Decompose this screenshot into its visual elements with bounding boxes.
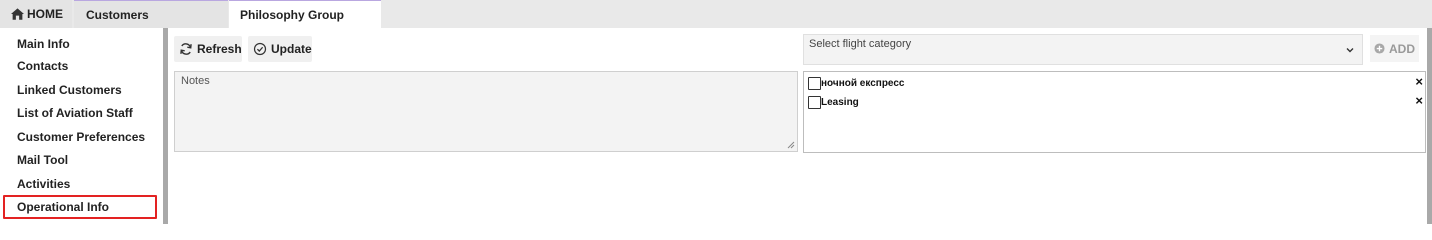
list-item: ночной експресс × <box>808 75 1423 91</box>
tab-philosophy-group-label: Philosophy Group <box>240 7 344 22</box>
sidebar-item-contacts[interactable]: Contacts <box>17 59 68 73</box>
flight-category-select[interactable]: Select flight category <box>803 34 1363 65</box>
notes-placeholder: Notes <box>181 75 210 87</box>
category-label: ночной експресс <box>821 78 905 89</box>
category-label: Leasing <box>821 97 859 108</box>
notes-textarea[interactable]: Notes <box>174 71 798 152</box>
sidebar-item-aviation-staff[interactable]: List of Aviation Staff <box>17 106 133 120</box>
refresh-icon <box>180 43 192 55</box>
sidebar-item-operational-info[interactable]: Operational Info <box>17 200 109 214</box>
sidebar: Main Info Contacts Linked Customers List… <box>0 28 165 224</box>
chevron-down-icon <box>1346 48 1354 53</box>
category-checkbox[interactable] <box>808 96 821 109</box>
add-category-button[interactable]: ADD <box>1370 35 1419 62</box>
update-button[interactable]: Update <box>248 36 312 62</box>
refresh-label: Refresh <box>197 42 242 56</box>
tab-home[interactable]: HOME <box>0 0 72 28</box>
category-list: ночной експресс × Leasing × <box>803 71 1426 153</box>
tab-home-label: HOME <box>27 7 63 21</box>
resize-grip-icon[interactable] <box>787 141 795 149</box>
flight-category-placeholder: Select flight category <box>809 38 912 50</box>
update-label: Update <box>271 42 312 56</box>
refresh-button[interactable]: Refresh <box>174 36 242 62</box>
list-item: Leasing × <box>808 94 1423 110</box>
tab-philosophy-group[interactable]: Philosophy Group <box>229 0 381 28</box>
tab-customers-label: Customers <box>86 7 149 22</box>
remove-icon[interactable]: × <box>1415 94 1423 108</box>
tab-bar: HOME Customers Philosophy Group <box>0 0 1432 28</box>
right-scroll-edge <box>1427 28 1432 224</box>
plus-circle-icon <box>1374 43 1385 54</box>
home-icon <box>11 8 24 20</box>
sidebar-item-linked-customers[interactable]: Linked Customers <box>17 83 122 97</box>
sidebar-item-main-info[interactable]: Main Info <box>17 37 70 51</box>
sidebar-divider[interactable] <box>163 28 168 224</box>
sidebar-item-customer-preferences[interactable]: Customer Preferences <box>17 130 145 144</box>
tab-customers[interactable]: Customers <box>74 0 228 28</box>
check-circle-icon <box>253 42 267 56</box>
sidebar-item-mail-tool[interactable]: Mail Tool <box>17 153 68 167</box>
remove-icon[interactable]: × <box>1415 75 1423 89</box>
category-checkbox[interactable] <box>808 77 821 90</box>
sidebar-item-activities[interactable]: Activities <box>17 177 70 191</box>
add-label: ADD <box>1389 41 1415 56</box>
